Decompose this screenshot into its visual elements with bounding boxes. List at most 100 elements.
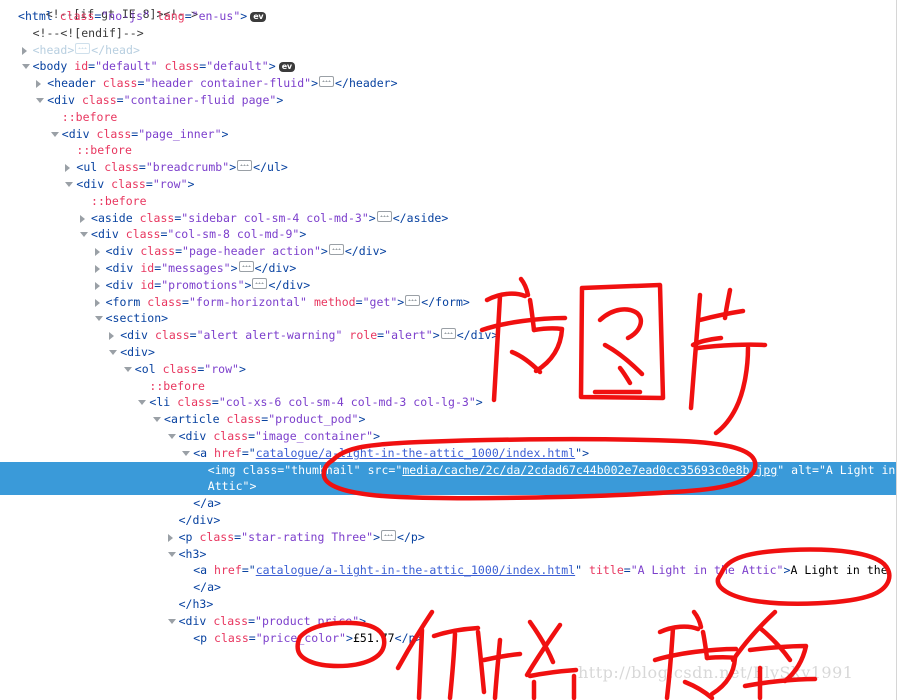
chevron-down-icon[interactable] [181, 445, 191, 462]
dom-token-txt [133, 211, 140, 225]
dom-row[interactable]: <html class="no-js" lang="en-us"> ev [0, 8, 897, 25]
dom-token-punct: > [132, 42, 140, 57]
dom-token-txt [158, 59, 165, 73]
dom-token-txt [236, 463, 243, 477]
dom-row[interactable]: </a> [0, 495, 897, 512]
collapsed-children-icon[interactable] [319, 76, 335, 88]
dom-token-valurl[interactable]: media/cache/2c/da/2cdad67c44b002e7ead0cc… [402, 463, 777, 477]
dom-token-val: "default" [95, 59, 158, 74]
dom-token-valurl[interactable]: catalogue/a-light-in-the-attic_1000/inde… [256, 446, 575, 460]
chevron-right-icon[interactable] [21, 42, 31, 59]
dom-row[interactable]: <li class="col-xs-6 col-sm-4 col-md-3 co… [0, 394, 897, 411]
collapsed-children-icon[interactable] [440, 328, 456, 340]
chevron-down-icon[interactable] [167, 428, 177, 445]
dom-row[interactable]: ::before [0, 142, 897, 159]
dom-token-attr: id [140, 277, 155, 292]
dom-row-content: <form class="form-horizontal" method="ge… [106, 294, 470, 311]
dom-row[interactable]: </a> [0, 579, 897, 596]
collapsed-children-icon[interactable] [376, 210, 392, 222]
dom-row[interactable]: <div id="promotions"> </div> [0, 277, 897, 294]
dom-row[interactable]: <div class="row"> [0, 176, 897, 193]
dom-row[interactable]: <p class="price_color">£51.77</p> [0, 630, 897, 647]
dom-row[interactable]: <div id="messages"> </div> [0, 260, 897, 277]
chevron-down-icon[interactable] [35, 92, 45, 109]
dom-row[interactable]: <body id="default" class="default"> ev [0, 58, 897, 75]
dom-row[interactable]: <ol class="row"> [0, 361, 897, 378]
collapsed-children-icon[interactable] [75, 42, 91, 54]
dom-row[interactable]: ::before [0, 109, 897, 126]
chevron-right-icon[interactable] [94, 260, 104, 277]
dom-row[interactable]: <aside class="sidebar col-sm-4 col-md-3"… [0, 210, 897, 227]
collapsed-children-icon[interactable] [252, 277, 268, 289]
dom-token-val: "star-rating Three" [241, 529, 374, 544]
dom-row[interactable]: <div class="product_price"> [0, 613, 897, 630]
dom-row[interactable]: <header class="header container-fluid"> <… [0, 75, 897, 92]
chevron-right-icon[interactable] [108, 327, 118, 344]
dom-token-valurl[interactable]: catalogue/a-light-in-the-attic_1000/inde… [256, 563, 575, 577]
dom-row[interactable]: <a href="catalogue/a-light-in-the-attic_… [0, 445, 897, 462]
dom-row[interactable]: <img class="thumbnail" src="media/cache/… [0, 461, 897, 479]
chevron-right-icon[interactable] [94, 277, 104, 294]
collapsed-children-icon[interactable] [328, 244, 344, 256]
dom-token-attr: class [104, 160, 139, 175]
dom-row-content: ::before [76, 142, 132, 159]
chevron-down-icon[interactable] [50, 126, 60, 143]
chevron-down-icon[interactable] [79, 226, 89, 243]
dom-token-punct: = [211, 395, 219, 410]
chevron-down-icon[interactable] [94, 310, 104, 327]
event-listener-badge[interactable]: ev [278, 62, 295, 73]
chevron-down-icon[interactable] [21, 58, 31, 75]
vertical-scrollbar[interactable] [896, 0, 907, 700]
collapsed-children-icon[interactable] [237, 160, 253, 172]
chevron-down-icon[interactable] [152, 411, 162, 428]
event-listener-badge[interactable]: ev [250, 12, 267, 22]
dom-token-tag: aside [406, 210, 442, 225]
dom-token-punct: = [184, 9, 192, 23]
dom-row[interactable]: <article class="product_pod"> [0, 411, 897, 428]
chevron-down-icon[interactable] [137, 394, 147, 411]
dom-token-punct: = [248, 613, 256, 628]
dom-row[interactable]: <head> </head> [0, 42, 897, 59]
dom-token-punct: > [214, 496, 221, 511]
dom-row[interactable]: <form class="form-horizontal" method="ge… [0, 294, 897, 311]
dom-row[interactable]: <section> [0, 310, 897, 327]
collapsed-children-icon[interactable] [381, 529, 397, 541]
chevron-down-icon[interactable] [64, 176, 74, 193]
dom-row[interactable]: Attic"> [0, 478, 897, 496]
dom-row[interactable]: <ul class="breadcrumb"> </ul> [0, 159, 897, 176]
dom-row-content: <div class="container-fluid page"> [47, 92, 283, 109]
dom-row[interactable]: <h3> [0, 546, 897, 563]
chevron-down-icon[interactable] [167, 613, 177, 630]
dom-row[interactable]: </h3> [0, 596, 897, 613]
dom-row[interactable]: </div> [0, 512, 897, 529]
chevron-right-icon[interactable] [94, 243, 104, 260]
chevron-down-icon[interactable] [108, 344, 118, 361]
dom-row[interactable]: <p class="star-rating Three"> </p> [0, 529, 897, 546]
dom-row[interactable]: <div class="container-fluid page"> [0, 92, 897, 109]
dom-row[interactable]: <div class="col-sm-8 col-md-9"> [0, 226, 897, 243]
dom-row[interactable]: ::before [0, 193, 897, 210]
chevron-right-icon[interactable] [167, 529, 177, 546]
chevron-right-icon[interactable] [35, 75, 45, 92]
dom-row-content: <html class="no-js" lang="en-us"> ev [18, 8, 267, 25]
dom-row[interactable]: <!--<![endif]--> [0, 25, 897, 42]
chevron-right-icon[interactable] [79, 210, 89, 227]
dom-token-punct: </ [394, 630, 409, 645]
dom-row-content: <li class="col-xs-6 col-sm-4 col-md-3 co… [149, 394, 482, 411]
dom-token-punct: > [67, 42, 75, 57]
dom-row[interactable]: <div class="image_container"> [0, 428, 897, 445]
dom-markup-view[interactable]: <!--[if gt IE 8]><!--> <html class="no-j… [0, 0, 897, 700]
dom-row[interactable]: ::before [0, 378, 897, 395]
chevron-down-icon[interactable] [167, 546, 177, 563]
dom-row[interactable]: <div class="page_inner"> [0, 126, 897, 143]
chevron-down-icon[interactable] [123, 361, 133, 378]
dom-row[interactable]: <a href="catalogue/a-light-in-the-attic_… [0, 562, 897, 579]
dom-token-punct: = [175, 244, 183, 259]
chevron-right-icon[interactable] [64, 159, 74, 176]
collapsed-children-icon[interactable] [238, 261, 254, 272]
chevron-right-icon[interactable] [94, 294, 104, 311]
collapsed-children-icon[interactable] [405, 294, 421, 306]
dom-row[interactable]: <div class="alert alert-warning" role="a… [0, 327, 897, 344]
dom-row[interactable]: <div> [0, 344, 897, 361]
dom-row[interactable]: <div class="page-header action"> </div> [0, 243, 897, 260]
